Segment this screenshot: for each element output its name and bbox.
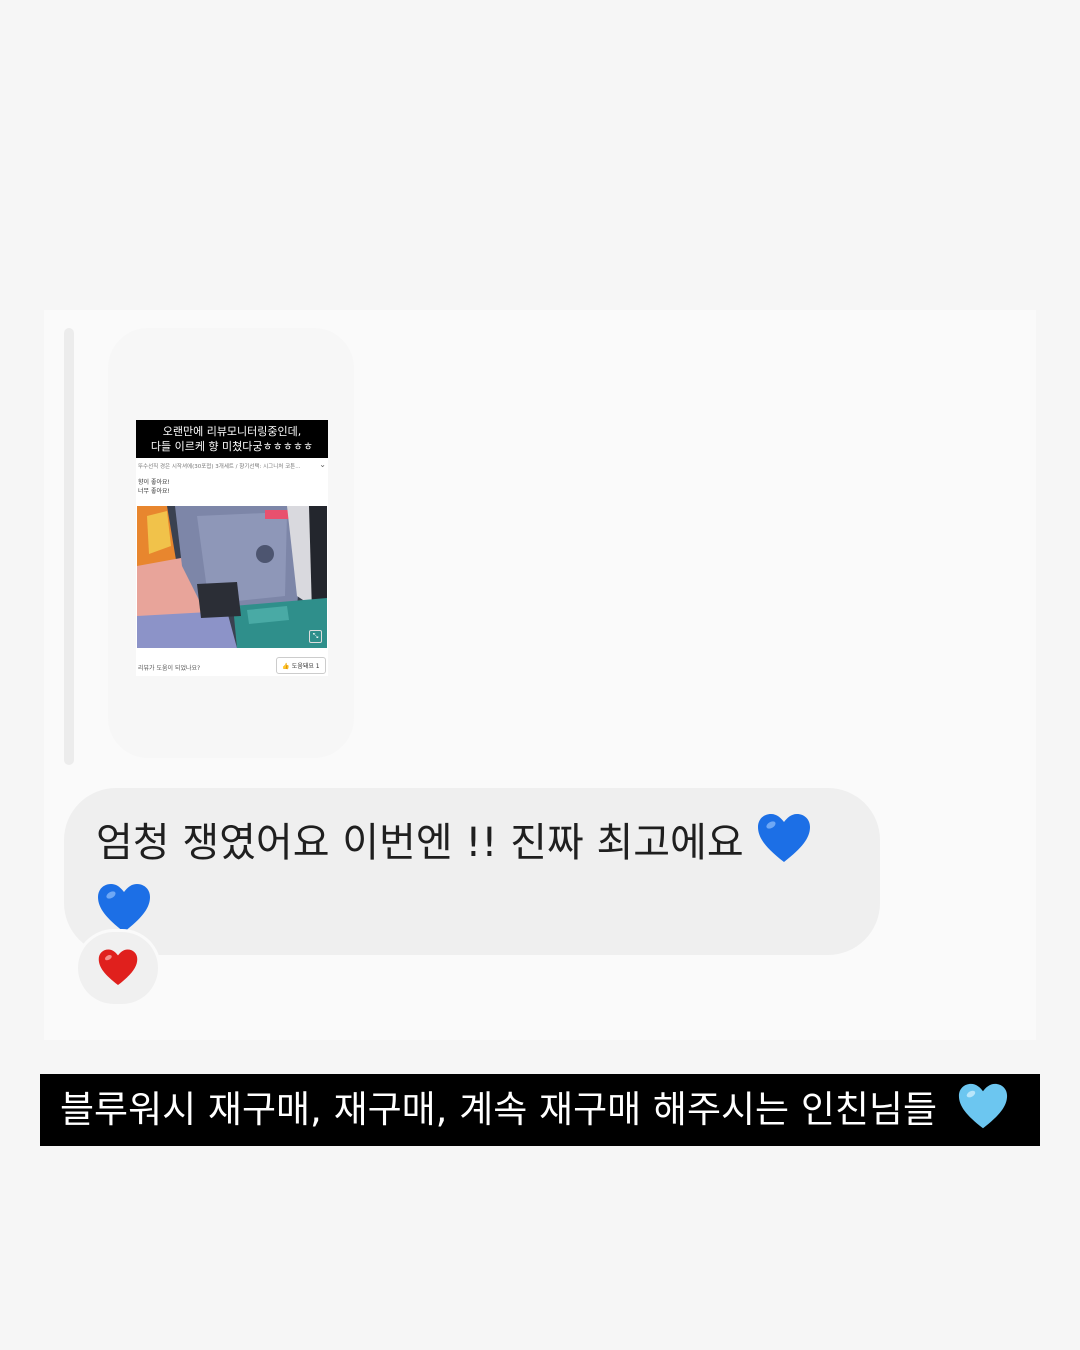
chevron-down-icon: ⌄ bbox=[319, 460, 326, 469]
helpful-button[interactable]: 👍 도움돼요 1 bbox=[276, 657, 326, 674]
thumbs-up-icon: 👍 bbox=[282, 663, 290, 670]
message-bubble[interactable]: 엄청 쟁였어요 이번엔 !! 진짜 최고에요 bbox=[64, 788, 880, 955]
expand-icon[interactable]: ⤡ bbox=[309, 630, 322, 643]
red-heart-icon bbox=[98, 949, 138, 986]
dm-conversation: 오랜만에 리뷰모니터링중인데, 다들 이르케 향 미쳤다궁ㅎㅎㅎㅎㅎ 뚜수선직 … bbox=[44, 310, 1036, 1040]
caption-banner: 블루워시 재구매, 재구매, 계속 재구매 해주시는 인친님들 bbox=[40, 1074, 1040, 1146]
message-content: 엄청 쟁였어요 이번엔 !! 진짜 최고에요 bbox=[96, 812, 856, 952]
review-screenshot[interactable]: 오랜만에 리뷰모니터링중인데, 다들 이르케 향 미쳤다궁ㅎㅎㅎㅎㅎ 뚜수선직 … bbox=[136, 420, 328, 676]
reaction-badge[interactable] bbox=[78, 932, 158, 1004]
caption-text: 블루워시 재구매, 재구매, 계속 재구매 해주시는 인친님들 bbox=[60, 1088, 938, 1131]
helpful-button-label: 도움돼요 1 bbox=[291, 663, 320, 670]
reply-quote-bar bbox=[64, 328, 74, 765]
product-pouches-image bbox=[137, 506, 327, 648]
banner-line-2: 다들 이르케 향 미쳤다궁ㅎㅎㅎㅎㅎ bbox=[150, 440, 314, 453]
story-page: 오랜만에 리뷰모니터링중인데, 다들 이르케 향 미쳤다궁ㅎㅎㅎㅎㅎ 뚜수선직 … bbox=[0, 0, 1080, 1350]
helpful-question: 리뷰가 도움이 되었나요? bbox=[138, 665, 201, 672]
light-blue-heart-icon bbox=[957, 1082, 1009, 1146]
shared-image-message[interactable]: 오랜만에 리뷰모니터링중인데, 다들 이르케 향 미쳤다궁ㅎㅎㅎㅎㅎ 뚜수선직 … bbox=[108, 328, 354, 758]
product-option-text: 뚜수선직 경은 시작셔에(30포접) 3개세트 / 향기선택: 시그니처 코튼.… bbox=[138, 464, 301, 470]
review-line-2: 너무 좋아요! bbox=[138, 488, 170, 495]
product-photo[interactable]: ⤡ bbox=[137, 506, 327, 648]
screenshot-caption-banner: 오랜만에 리뷰모니터링중인데, 다들 이르케 향 미쳤다궁ㅎㅎㅎㅎㅎ bbox=[136, 420, 328, 458]
review-text: 향이 좋아요! 너무 좋아요! bbox=[138, 478, 170, 496]
banner-line-1: 오랜만에 리뷰모니터링중인데, bbox=[162, 425, 302, 438]
review-line-1: 향이 좋아요! bbox=[138, 479, 170, 486]
blue-heart-icon bbox=[756, 812, 812, 882]
message-text: 엄청 쟁였어요 이번엔 !! 진짜 최고에요 bbox=[96, 820, 744, 866]
